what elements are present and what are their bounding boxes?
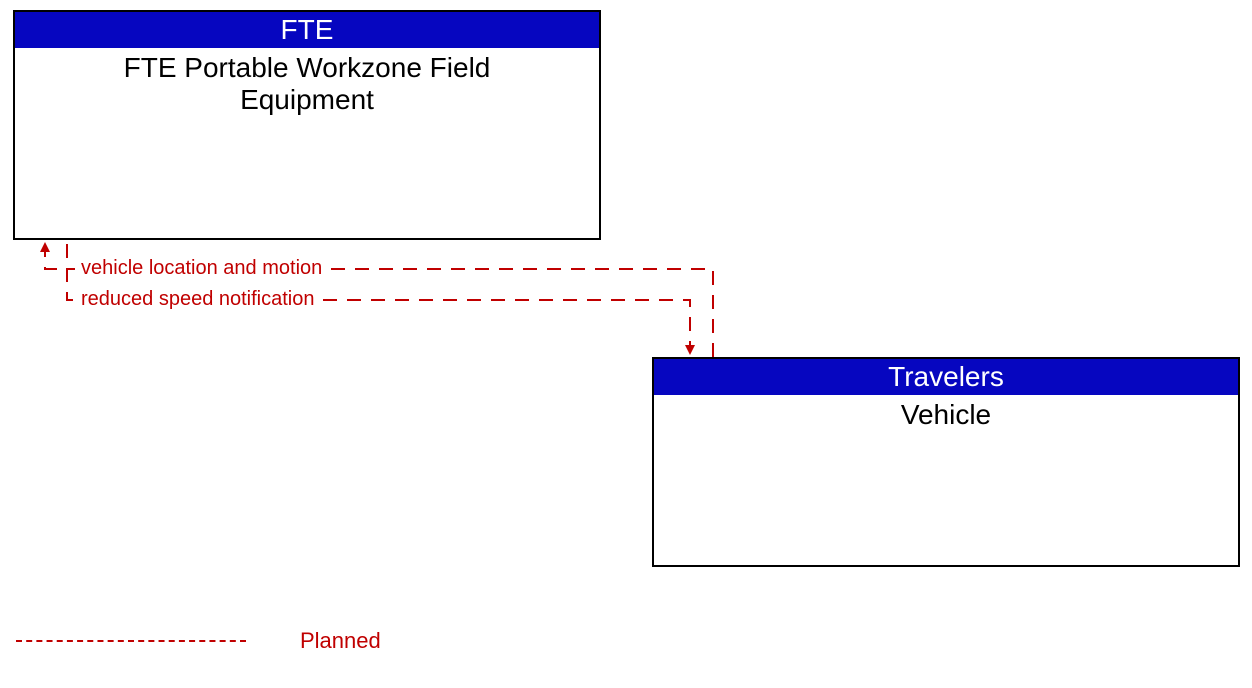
node-fte: FTE FTE Portable Workzone Field Equipmen… (13, 10, 601, 240)
legend-planned-line (16, 640, 246, 642)
node-vehicle-header: Travelers (654, 359, 1238, 395)
legend-planned-label: Planned (300, 628, 381, 654)
node-vehicle: Travelers Vehicle (652, 357, 1240, 567)
flow-label-reduced-speed: reduced speed notification (75, 288, 321, 311)
node-fte-body-line1: FTE Portable Workzone Field (124, 52, 491, 83)
node-vehicle-body: Vehicle (654, 395, 1238, 435)
flow-label-vehicle-location: vehicle location and motion (75, 257, 328, 280)
node-fte-body: FTE Portable Workzone Field Equipment (15, 48, 599, 120)
node-fte-header: FTE (15, 12, 599, 48)
node-fte-body-line2: Equipment (240, 84, 374, 115)
